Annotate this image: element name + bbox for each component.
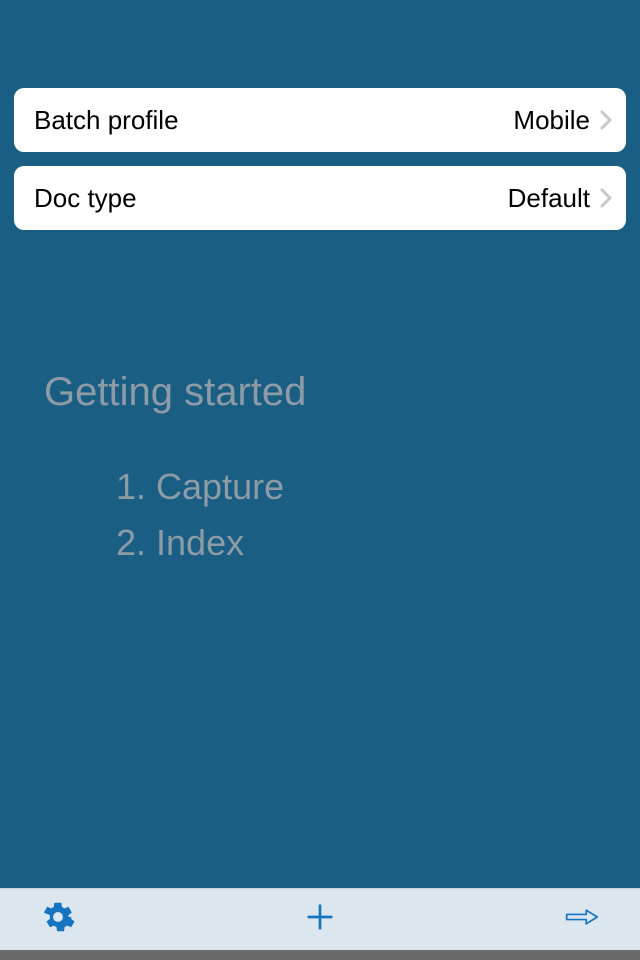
doc-type-value: Default	[508, 183, 594, 214]
bottom-toolbar	[0, 888, 640, 950]
settings-list: Batch profile Mobile Doc type Default	[0, 0, 640, 230]
arrow-right-icon	[565, 900, 599, 939]
doc-type-row[interactable]: Doc type Default	[14, 166, 626, 230]
step-index: 2. Index	[116, 515, 596, 571]
chevron-right-icon	[594, 187, 618, 209]
bottom-edge	[0, 950, 640, 960]
getting-started-title: Getting started	[44, 370, 596, 415]
add-button[interactable]	[290, 896, 350, 944]
step-capture: 1. Capture	[116, 459, 596, 515]
chevron-right-icon	[594, 109, 618, 131]
doc-type-label: Doc type	[34, 183, 137, 214]
batch-profile-label: Batch profile	[34, 105, 179, 136]
steps-list: 1. Capture 2. Index	[44, 459, 596, 571]
plus-icon	[305, 902, 335, 937]
getting-started-panel: Getting started 1. Capture 2. Index	[0, 230, 640, 888]
gear-icon	[41, 900, 75, 939]
batch-profile-value: Mobile	[513, 105, 594, 136]
next-button[interactable]	[552, 896, 612, 944]
batch-profile-row[interactable]: Batch profile Mobile	[14, 88, 626, 152]
settings-button[interactable]	[28, 896, 88, 944]
